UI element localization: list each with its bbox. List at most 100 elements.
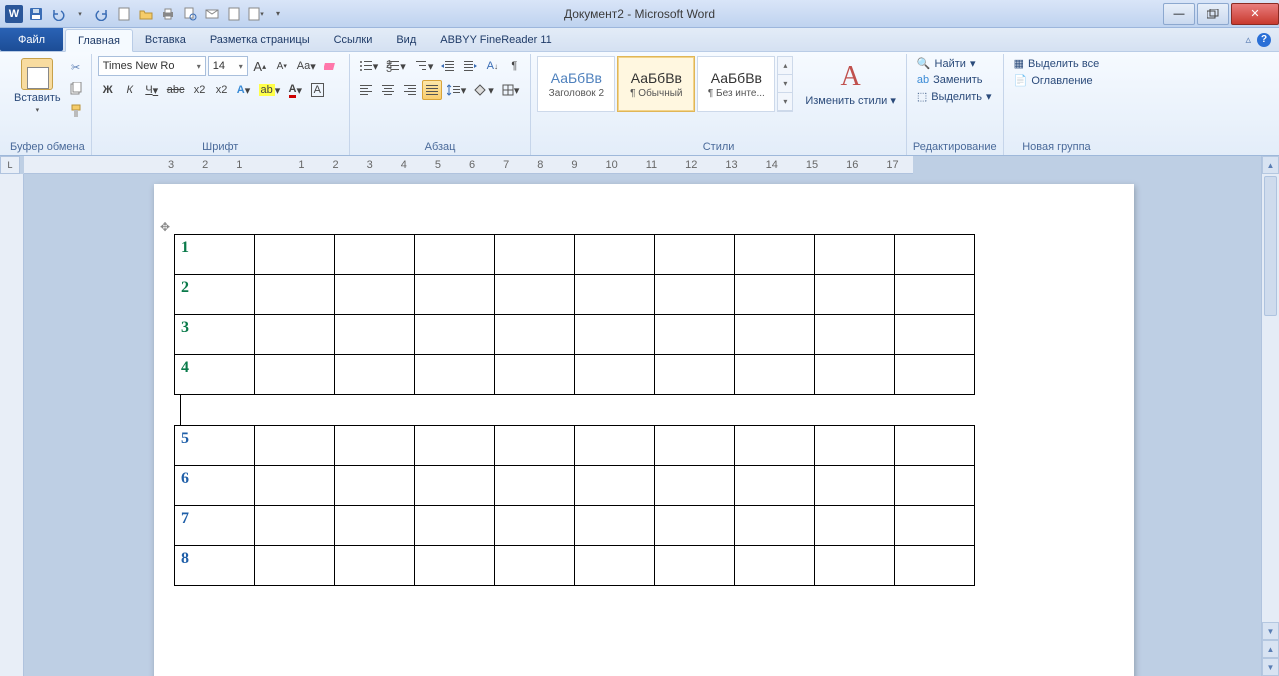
font-size-combo[interactable]: 14▾	[208, 56, 248, 76]
table-cell[interactable]: 5	[175, 426, 255, 466]
change-styles-button[interactable]: A Изменить стили ▾	[801, 59, 900, 109]
table-cell[interactable]	[495, 355, 575, 395]
table-cell[interactable]	[895, 506, 975, 546]
superscript-button[interactable]: x2	[212, 80, 232, 100]
multilevel-button[interactable]: ▾	[411, 56, 437, 76]
table-cell[interactable]	[255, 355, 335, 395]
table-cell[interactable]	[895, 546, 975, 586]
table-cell[interactable]: 7	[175, 506, 255, 546]
highlight-button[interactable]: ab▾	[256, 80, 284, 100]
table-cell[interactable]	[575, 466, 655, 506]
table-cell[interactable]	[815, 426, 895, 466]
subscript-button[interactable]: x2	[190, 80, 210, 100]
table-cell[interactable]	[575, 426, 655, 466]
restore-button[interactable]	[1197, 3, 1229, 25]
table-cell[interactable]	[335, 355, 415, 395]
table-cell[interactable]	[655, 426, 735, 466]
style-heading2[interactable]: АаБбВв Заголовок 2	[537, 56, 615, 112]
enclose-char-button[interactable]: A	[307, 80, 327, 100]
table-cell[interactable]	[575, 275, 655, 315]
qat-customize-icon[interactable]: ▾	[268, 4, 288, 24]
table-cell[interactable]	[735, 506, 815, 546]
table-cell[interactable]	[495, 466, 575, 506]
table-cell[interactable]	[415, 235, 495, 275]
table-cell[interactable]	[415, 506, 495, 546]
blank-icon[interactable]	[224, 4, 244, 24]
table-1[interactable]: 1234	[174, 234, 975, 395]
table-cell[interactable]	[575, 506, 655, 546]
shrink-font-button[interactable]: A▾	[272, 56, 292, 76]
table-cell[interactable]	[415, 546, 495, 586]
select-all-button[interactable]: ▦Выделить все	[1010, 56, 1104, 71]
table-cell[interactable]	[335, 466, 415, 506]
table-cell[interactable]	[335, 275, 415, 315]
clear-format-button[interactable]	[321, 56, 343, 76]
table-cell[interactable]	[735, 275, 815, 315]
tab-abbyy[interactable]: ABBYY FineReader 11	[428, 28, 564, 51]
table-cell[interactable]: 3	[175, 315, 255, 355]
table-cell[interactable]	[255, 235, 335, 275]
table-cell[interactable]	[735, 426, 815, 466]
table-cell[interactable]	[415, 315, 495, 355]
table-cell[interactable]	[895, 275, 975, 315]
table-cell[interactable]	[655, 466, 735, 506]
table-cell[interactable]	[895, 235, 975, 275]
table-cell[interactable]	[655, 315, 735, 355]
table-cell[interactable]	[735, 235, 815, 275]
strike-button[interactable]: abc	[164, 80, 188, 100]
prev-page-button[interactable]: ▲	[1262, 640, 1279, 658]
doc-dropdown-icon[interactable]: ▾	[246, 4, 266, 24]
tab-references[interactable]: Ссылки	[322, 28, 385, 51]
table-cell[interactable]	[255, 466, 335, 506]
sort-button[interactable]: A↓	[482, 56, 502, 76]
table-cell[interactable]	[335, 426, 415, 466]
table-cell[interactable]	[655, 546, 735, 586]
scroll-up-button[interactable]: ▲	[1262, 156, 1279, 174]
table-cell[interactable]	[255, 315, 335, 355]
replace-button[interactable]: abЗаменить	[913, 73, 997, 87]
page[interactable]: ✥ 1234 5678	[154, 184, 1134, 676]
table-cell[interactable]	[895, 355, 975, 395]
table-cell[interactable]: 8	[175, 546, 255, 586]
table-cell[interactable]	[815, 466, 895, 506]
change-case-button[interactable]: Aa▾	[294, 56, 319, 76]
justify-button[interactable]	[422, 80, 442, 100]
copy-icon[interactable]	[67, 80, 85, 98]
scroll-thumb[interactable]	[1264, 176, 1277, 316]
show-marks-button[interactable]: ¶	[504, 56, 524, 76]
bold-button[interactable]: Ж	[98, 80, 118, 100]
undo-dropdown-icon[interactable]: ▾	[70, 4, 90, 24]
table-cell[interactable]	[495, 426, 575, 466]
tab-selector[interactable]: L	[0, 156, 20, 174]
font-name-combo[interactable]: Times New Ro▾	[98, 56, 206, 76]
table-cell[interactable]: 1	[175, 235, 255, 275]
minimize-ribbon-icon[interactable]: ▵	[1245, 33, 1251, 46]
table-cell[interactable]	[255, 546, 335, 586]
vertical-scrollbar[interactable]: ▲ ▼ ▲ ▼	[1261, 156, 1279, 676]
table-cell[interactable]	[895, 426, 975, 466]
style-normal[interactable]: АаБбВв ¶ Обычный	[617, 56, 695, 112]
bullets-button[interactable]: ▾	[356, 56, 382, 76]
increase-indent-button[interactable]	[460, 56, 480, 76]
undo-icon[interactable]	[48, 4, 68, 24]
table-cell[interactable]	[415, 275, 495, 315]
mail-icon[interactable]	[202, 4, 222, 24]
shading-button[interactable]: ▾	[471, 80, 497, 100]
align-left-button[interactable]	[356, 80, 376, 100]
help-icon[interactable]: ?	[1257, 33, 1271, 47]
table-cell[interactable]	[815, 275, 895, 315]
decrease-indent-button[interactable]	[438, 56, 458, 76]
numbering-button[interactable]: 123▾	[383, 56, 409, 76]
line-spacing-button[interactable]: ▾	[444, 80, 470, 100]
table-cell[interactable]	[815, 506, 895, 546]
table-cell[interactable]	[415, 355, 495, 395]
grow-font-button[interactable]: A▴	[250, 56, 270, 76]
horizontal-ruler[interactable]: 3211234567891011121314151617	[24, 156, 913, 174]
table-move-handle-icon[interactable]: ✥	[160, 220, 170, 234]
table-cell[interactable]	[495, 235, 575, 275]
table-cell[interactable]	[335, 315, 415, 355]
select-button[interactable]: ⬚Выделить ▾	[913, 89, 997, 104]
table-cell[interactable]	[655, 355, 735, 395]
open-icon[interactable]	[136, 4, 156, 24]
table-cell[interactable]	[895, 315, 975, 355]
